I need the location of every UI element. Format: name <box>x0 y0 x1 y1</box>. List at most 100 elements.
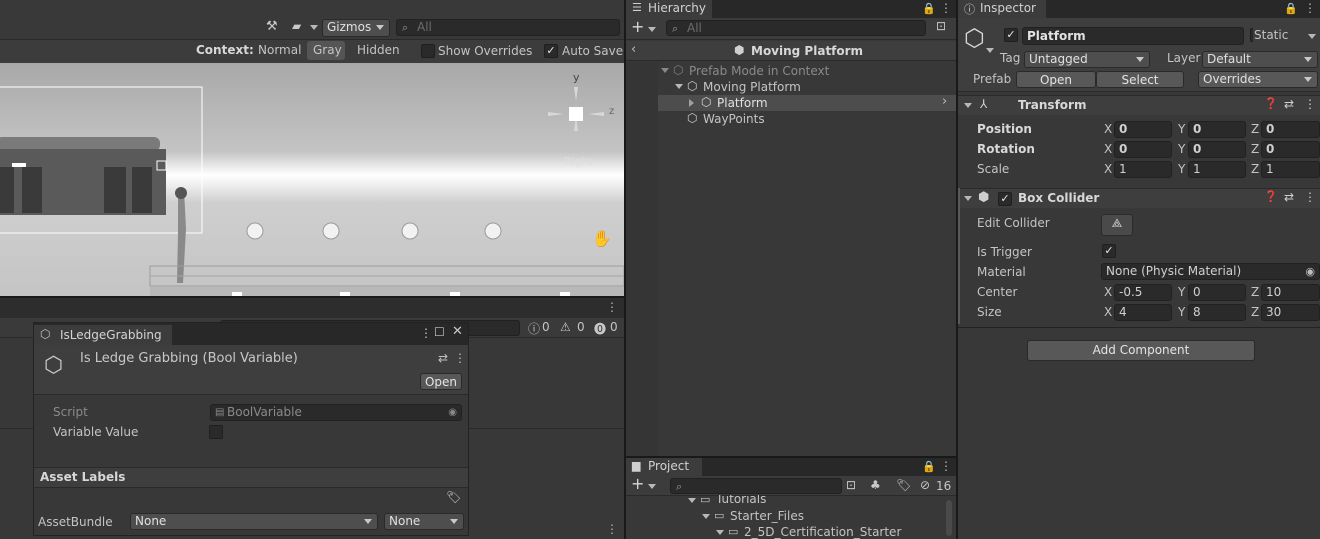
component-menu-icon[interactable]: ⋮ <box>1304 97 1316 111</box>
gameobject-cube-icon[interactable]: ⬡ <box>964 24 985 52</box>
add-dropdown-icon[interactable] <box>648 27 656 32</box>
more-menu-icon[interactable]: ⋮ <box>940 1 952 15</box>
camera-icon[interactable]: ▰ <box>292 19 301 33</box>
more-menu-icon[interactable]: ⋮ <box>420 326 432 340</box>
project-tree-item-starter-files[interactable]: ▭ Starter_Files <box>626 509 956 525</box>
prefab-select-button[interactable]: Select <box>1096 71 1184 88</box>
component-menu-icon[interactable]: ⋮ <box>454 351 466 365</box>
prefab-overrides-dropdown[interactable]: Overrides <box>1198 71 1318 88</box>
rotation-y-field[interactable]: 0 <box>1188 141 1246 158</box>
warning-count-icon[interactable]: ⚠ <box>560 320 571 334</box>
object-picker-icon[interactable]: ◉ <box>1305 264 1315 279</box>
hierarchy-tab[interactable]: ☰ Hierarchy <box>626 0 712 18</box>
panel-splitter-vertical[interactable] <box>624 0 626 539</box>
lock-icon[interactable]: 🔒 <box>1284 2 1298 15</box>
search-by-type-icon[interactable]: ⊡ <box>846 478 856 492</box>
hierarchy-item-platform[interactable]: ⬡ Platform › <box>658 94 956 111</box>
scrollbar-thumb[interactable] <box>946 500 952 536</box>
center-z-field[interactable]: 10 <box>1261 284 1320 301</box>
settings-sliders-icon[interactable]: ⇄ <box>438 351 448 365</box>
hierarchy-item-prefab-mode[interactable]: ⬡ Prefab Mode in Context <box>626 63 956 79</box>
open-script-button[interactable]: Open <box>420 373 462 390</box>
label-filter-icon[interactable]: 🏷 <box>896 478 911 492</box>
context-normal[interactable]: Normal <box>258 43 301 57</box>
presets-icon[interactable]: ⇄ <box>1284 190 1294 204</box>
gizmos-dropdown[interactable]: Gizmos <box>322 19 390 37</box>
open-prefab-chevron-icon[interactable]: › <box>942 94 947 109</box>
add-icon[interactable]: + <box>631 474 644 493</box>
error-count-icon[interactable]: ⓿ <box>594 320 606 337</box>
project-tree-item-tutorials[interactable]: ▭ Tutorials <box>626 495 956 509</box>
more-menu-icon[interactable]: ⋮ <box>940 459 952 473</box>
search-filter-icon[interactable]: ♣ <box>870 478 881 492</box>
hierarchy-search-input[interactable]: ⌕ All <box>666 20 926 36</box>
position-x-field[interactable]: 0 <box>1114 121 1172 138</box>
project-tree-item-certification[interactable]: ▭ 2_5D_Certification_Starter <box>626 525 956 539</box>
help-icon[interactable]: ❓ <box>1264 190 1278 203</box>
component-menu-icon[interactable]: ⋮ <box>1304 190 1316 204</box>
context-hidden[interactable]: Hidden <box>357 43 400 57</box>
panel-menu-icon[interactable]: ⋮ <box>606 300 618 314</box>
size-z-field[interactable]: 30 <box>1261 304 1320 321</box>
hierarchy-item-moving-platform[interactable]: ⬡ Moving Platform <box>626 79 956 95</box>
size-y-field[interactable]: 8 <box>1188 304 1246 321</box>
add-icon[interactable]: + <box>631 17 644 36</box>
edit-collider-button[interactable]: ⟁ <box>1101 214 1133 236</box>
scene-search-input[interactable]: ⌕ All <box>396 19 620 36</box>
more-menu-icon[interactable]: ⋮ <box>1304 1 1316 15</box>
add-component-button[interactable]: Add Component <box>1027 340 1255 361</box>
scale-x-field[interactable]: 1 <box>1114 161 1172 178</box>
scene-visibility-icon[interactable]: ⊡ <box>936 19 946 33</box>
material-field[interactable]: None (Physic Material) ◉ <box>1101 263 1320 280</box>
assetbundle-dropdown[interactable]: None <box>130 513 378 530</box>
assetbundle-variant-dropdown[interactable]: None <box>384 513 464 530</box>
lock-icon[interactable]: 🔒 <box>922 2 936 15</box>
presets-icon[interactable]: ⇄ <box>1284 97 1294 111</box>
static-dropdown-icon[interactable] <box>1308 34 1316 39</box>
hierarchy-item-waypoints[interactable]: ⬡ WayPoints <box>626 111 956 127</box>
rotation-x-field[interactable]: 0 <box>1114 141 1172 158</box>
inspector-tab[interactable]: ⓘ Inspector <box>958 0 1046 18</box>
panel-splitter-vertical-right[interactable] <box>956 0 958 539</box>
position-y-field[interactable]: 0 <box>1188 121 1246 138</box>
icon-dropdown-icon[interactable] <box>986 48 994 53</box>
orientation-gizmo[interactable]: y z Right <box>544 71 614 168</box>
error-count: 0 <box>610 320 618 334</box>
variable-value-checkbox[interactable] <box>209 425 223 439</box>
scene-viewport[interactable]: y z Right ✋ <box>0 63 624 296</box>
maximize-icon[interactable]: ☐ <box>434 325 445 339</box>
close-icon[interactable]: ✕ <box>452 324 463 339</box>
box-collider-header[interactable]: ⬢ ✓ Box Collider ❓ ⇄ ⋮ <box>958 188 1320 208</box>
center-x-field[interactable]: -0.5 <box>1114 284 1172 301</box>
auto-save-checkbox[interactable]: ✓ <box>544 44 558 58</box>
box-collider-enabled-checkbox[interactable]: ✓ <box>998 192 1012 206</box>
label-tag-icon[interactable]: 🏷 <box>446 490 461 504</box>
project-search-input[interactable]: ⌕ <box>670 478 842 494</box>
hidden-packages-icon[interactable]: ⊘ <box>920 478 930 492</box>
center-y-field[interactable]: 0 <box>1188 284 1246 301</box>
info-count-icon[interactable]: ⓘ <box>528 320 540 337</box>
transform-header[interactable]: ⅄ Transform ❓ ⇄ ⋮ <box>958 95 1320 115</box>
position-z-field[interactable]: 0 <box>1261 121 1320 138</box>
add-dropdown-icon[interactable] <box>648 484 656 489</box>
active-checkbox[interactable]: ✓ <box>1004 28 1018 42</box>
tools-icon[interactable]: ⚒ <box>266 19 278 34</box>
lock-icon[interactable]: 🔒 <box>922 460 936 473</box>
size-x-field[interactable]: 4 <box>1114 304 1172 321</box>
bool-window-tab[interactable]: ⬡ IsLedgeGrabbing <box>34 325 172 345</box>
scale-z-field[interactable]: 1 <box>1261 161 1320 178</box>
back-chevron-icon[interactable]: ‹ <box>631 42 636 57</box>
waypoint-4 <box>484 222 502 240</box>
scale-y-field[interactable]: 1 <box>1188 161 1246 178</box>
lower-panel-menu-icon[interactable]: ⋮ <box>606 522 618 536</box>
rotation-z-field[interactable]: 0 <box>1261 141 1320 158</box>
help-icon[interactable]: ❓ <box>1264 97 1278 110</box>
camera-dropdown-icon[interactable] <box>310 25 318 30</box>
prefab-open-button[interactable]: Open <box>1016 71 1096 88</box>
object-name-field[interactable]: Platform <box>1022 27 1244 45</box>
is-trigger-checkbox[interactable]: ✓ <box>1102 244 1116 258</box>
layer-dropdown[interactable]: Default <box>1202 51 1318 68</box>
show-overrides-checkbox[interactable] <box>421 44 435 58</box>
object-picker-icon[interactable]: ◉ <box>448 405 457 420</box>
tag-dropdown[interactable]: Untagged <box>1024 51 1150 68</box>
